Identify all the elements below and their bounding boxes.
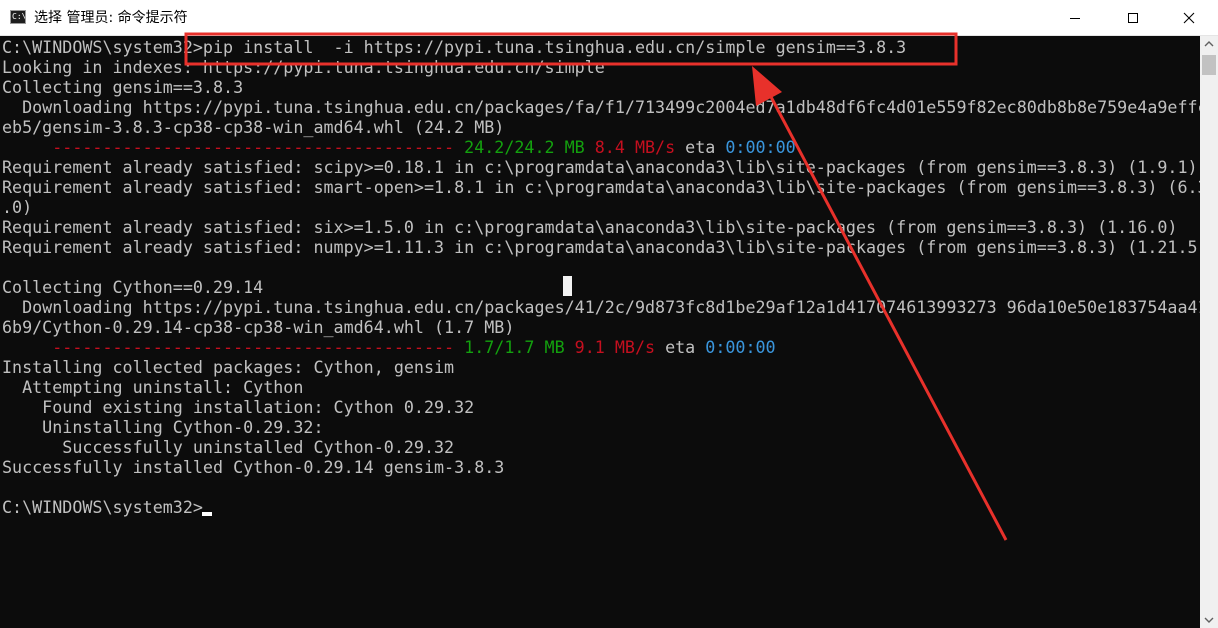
console-text: Successfully uninstalled Cython-0.29.32 xyxy=(2,437,455,457)
console-text: .0) xyxy=(2,197,33,217)
console-text: Requirement already satisfied: smart-ope… xyxy=(2,177,1200,197)
console-line: C:\WINDOWS\system32> xyxy=(2,497,203,517)
console-line: Collecting Cython==0.29.14 xyxy=(2,277,263,297)
console-text: C:\WINDOWS\system32> xyxy=(2,497,203,517)
console-text: Downloading https://pypi.tuna.tsinghua.e… xyxy=(2,97,1200,117)
console-text: Attempting uninstall: Cython xyxy=(2,377,304,397)
console-segment-b: 0:00:00 xyxy=(705,337,776,357)
maximize-button[interactable] xyxy=(1104,0,1162,36)
console-text: C:\WINDOWS\system32>pip install -i https… xyxy=(2,37,907,57)
console-text: Downloading https://pypi.tuna.tsinghua.e… xyxy=(2,297,1200,317)
console-segment-r: 9.1 MB/s xyxy=(574,337,656,357)
console-output[interactable]: C:\WINDOWS\system32>pip install -i https… xyxy=(0,36,1200,628)
scroll-up-arrow-icon[interactable] xyxy=(1200,36,1218,53)
console-segment-bar: ---------------------------------------- xyxy=(2,137,455,157)
console-line: C:\WINDOWS\system32>pip install -i https… xyxy=(2,37,906,57)
console-text: Successfully installed Cython-0.29.14 ge… xyxy=(2,457,505,477)
console-text: eb5/gensim-3.8.3-cp38-cp38-win_amd64.whl… xyxy=(2,117,505,137)
console-line: Downloading https://pypi.tuna.tsinghua.e… xyxy=(2,297,1200,317)
console-text: eta xyxy=(675,137,726,157)
console-text: Uninstalling Cython-0.29.32: xyxy=(2,417,324,437)
console-line: Successfully uninstalled Cython-0.29.32 xyxy=(2,437,454,457)
console-text: Requirement already satisfied: numpy>=1.… xyxy=(2,237,1200,257)
console-text: Looking in indexes: https://pypi.tuna.ts… xyxy=(2,57,605,77)
console-line: Requirement already satisfied: scipy>=0.… xyxy=(2,157,1198,177)
console-line: Looking in indexes: https://pypi.tuna.ts… xyxy=(2,57,605,77)
vertical-scrollbar[interactable] xyxy=(1200,36,1218,628)
window-title: 选择 管理员: 命令提示符 xyxy=(34,10,188,26)
console-line: ----------------------------------------… xyxy=(2,337,776,357)
console-segment-bar: ---------------------------------------- xyxy=(2,337,455,357)
console-text: Collecting gensim==3.8.3 xyxy=(2,77,244,97)
close-icon xyxy=(1183,12,1195,24)
minimize-button[interactable] xyxy=(1046,0,1104,36)
console-line: .0) xyxy=(2,197,32,217)
console-line: ----------------------------------------… xyxy=(2,137,796,157)
console-text: Requirement already satisfied: scipy>=0.… xyxy=(2,157,1198,177)
prompt-caret xyxy=(202,512,212,516)
console-text: Found existing installation: Cython 0.29… xyxy=(2,397,475,417)
close-button[interactable] xyxy=(1160,0,1218,36)
console-line: Installing collected packages: Cython, g… xyxy=(2,357,454,377)
console-line: Successfully installed Cython-0.29.14 ge… xyxy=(2,457,504,477)
console-text: Requirement already satisfied: six>=1.5.… xyxy=(2,217,1178,237)
scrollbar-thumb[interactable] xyxy=(1202,55,1216,75)
console-line: eb5/gensim-3.8.3-cp38-cp38-win_amd64.whl… xyxy=(2,117,504,137)
console-text: eta xyxy=(655,337,706,357)
maximize-icon xyxy=(1128,13,1138,23)
console-line: Attempting uninstall: Cython xyxy=(2,377,303,397)
console-segment-r: 8.4 MB/s xyxy=(594,137,676,157)
console-segment-g: 24.2/24.2 MB xyxy=(464,137,585,157)
scroll-down-arrow-icon[interactable] xyxy=(1200,611,1218,628)
console-text: Installing collected packages: Cython, g… xyxy=(2,357,455,377)
mouse-text-cursor xyxy=(563,276,572,296)
console-line: Collecting gensim==3.8.3 xyxy=(2,77,243,97)
console-line: Requirement already satisfied: smart-ope… xyxy=(2,177,1200,197)
console-line: Found existing installation: Cython 0.29… xyxy=(2,397,474,417)
title-bar: C:\. 选择 管理员: 命令提示符 xyxy=(0,0,1218,36)
console-segment-b: 0:00:00 xyxy=(725,137,796,157)
minimize-icon xyxy=(1070,18,1080,19)
console-segment-g: 1.7/1.7 MB xyxy=(464,337,565,357)
console-line: 6b9/Cython-0.29.14-cp38-cp38-win_amd64.w… xyxy=(2,317,514,337)
console-line: Uninstalling Cython-0.29.32: xyxy=(2,417,324,437)
console-text: Collecting Cython==0.29.14 xyxy=(2,277,264,297)
console-line: Requirement already satisfied: numpy>=1.… xyxy=(2,237,1200,257)
console-line: Downloading https://pypi.tuna.tsinghua.e… xyxy=(2,97,1200,117)
console-text: 6b9/Cython-0.29.14-cp38-cp38-win_amd64.w… xyxy=(2,317,515,337)
console-line: Requirement already satisfied: six>=1.5.… xyxy=(2,217,1177,237)
cmd-app-icon[interactable]: C:\. xyxy=(10,10,26,24)
